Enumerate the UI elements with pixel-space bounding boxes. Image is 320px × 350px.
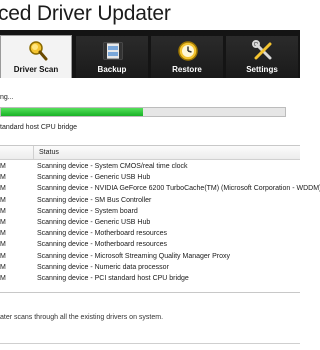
tab-backup[interactable]: Backup [76,36,148,78]
log-row-time: M [0,252,6,260]
tab-backup-label: Backup [97,65,127,74]
scan-progress-fill [1,108,143,116]
log-row-status: Scanning device - System CMOS/real time … [37,163,188,170]
tab-driver-scan[interactable]: Driver Scan [0,35,72,78]
log-row-time: M [0,196,6,204]
main-toolbar: Driver Scan Backup Restore Settings [0,30,300,78]
log-row-time: M [0,230,6,238]
log-row-status: Scanning device - Motherboard resources [37,241,167,249]
footer-panel: ater scans through all the existing driv… [0,294,300,350]
log-row[interactable]: M Scanning device - Motherboard resources [0,230,300,241]
log-row[interactable]: M Scanning device - Microsoft Streaming Q… [0,253,300,264]
title-bar: ced Driver Updater [0,0,300,30]
log-row-status: Scanning device - Numeric data processor [37,263,169,271]
magnifier-icon [29,41,48,61]
log-row[interactable]: M Scanning device - Generic USB Hub [0,219,300,230]
tab-settings-label: Settings [246,65,278,74]
column-header-status[interactable]: Status [39,149,59,156]
log-row[interactable]: M Scanning device - Motherboard resources [0,241,300,252]
tab-restore[interactable]: Restore [151,36,223,78]
log-row-time: M [0,241,6,249]
scan-log-table[interactable]: Status M Scanning device - System CMOS/re… [0,145,320,293]
log-row-time: M [0,263,6,271]
tools-icon [252,40,272,60]
log-row[interactable]: M Scanning device - System board [0,208,300,219]
log-row-status: Scanning device - System board [37,207,138,215]
log-row-time: M [0,163,6,170]
column-divider[interactable] [33,146,34,160]
log-row-time: M [0,275,6,282]
log-row[interactable]: M Scanning device - System CMOS/real time… [0,163,300,174]
log-row-time: M [0,219,6,226]
log-row-time: M [0,207,6,215]
log-row-time: M [0,174,6,182]
log-row[interactable]: M Scanning device - PCI standard host CPU… [0,275,300,286]
app-title: ced Driver Updater [0,2,171,25]
log-row-status: Scanning device - Generic USB Hub [37,219,151,226]
footer-description: ater scans through all the existing driv… [0,314,164,321]
log-row[interactable]: M Scanning device - Numeric data processo… [0,264,300,275]
log-row-status: Scanning device - Microsoft Streaming Qu… [37,252,230,260]
log-row-status: Scanning device - PCI standard host CPU … [37,275,189,282]
log-row-status: Scanning device - Generic USB Hub [37,174,151,182]
tab-settings[interactable]: Settings [226,36,298,78]
scan-status-text: ng... [0,94,14,101]
log-row-time: M [0,185,6,193]
scan-progress-bar [0,107,286,117]
log-row[interactable]: M Scanning device - SM Bus Controller [0,197,300,208]
clock-restore-icon [178,41,198,61]
footer-divider [0,343,300,344]
log-row-status: Scanning device - NVIDIA GeForce 6200 Tu… [37,185,320,193]
log-row-status: Scanning device - SM Bus Controller [37,196,152,204]
log-row[interactable]: M Scanning device - NVIDIA GeForce 6200 T… [0,185,320,196]
tab-driver-scan-label: Driver Scan [13,65,59,74]
log-row[interactable]: M Scanning device - Generic USB Hub [0,174,300,185]
current-device-text: tandard host CPU bridge [0,124,78,131]
log-table-header: Status [0,146,300,160]
tab-restore-label: Restore [172,65,202,74]
film-backup-icon [103,42,123,60]
log-row-status: Scanning device - Motherboard resources [37,230,167,238]
